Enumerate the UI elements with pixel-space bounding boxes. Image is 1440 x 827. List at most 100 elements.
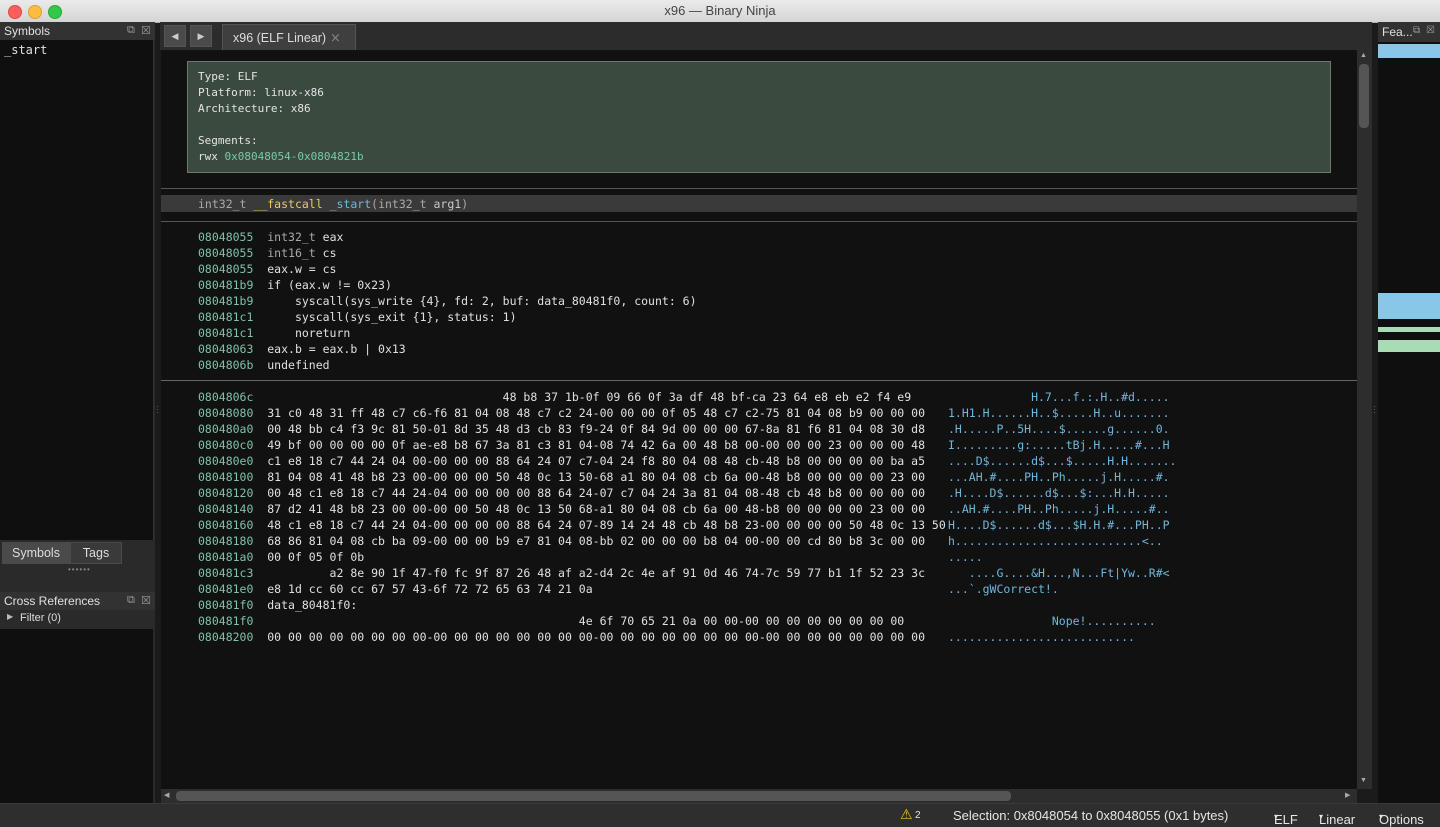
xrefs-filter[interactable]: ▶ Filter (0) xyxy=(0,610,155,628)
sidebar-tabs: Symbols Tags xyxy=(0,541,155,564)
code-line[interactable]: 080481c1 syscall(sys_exit {1}, status: 1… xyxy=(198,310,517,324)
tab-symbols[interactable]: Symbols xyxy=(2,542,70,564)
code-text: eax xyxy=(315,230,344,244)
info-architecture: Architecture: x86 xyxy=(198,102,311,115)
close-panel-icon[interactable]: ☒ xyxy=(1426,25,1435,36)
hex-ascii: ...AH.#....PH..Ph.....j.H.....#. xyxy=(948,470,1170,484)
hex-row[interactable]: 08048100 81 04 08 41 48 b8 23 00-00 00 0… xyxy=(198,470,925,484)
hex-address: 08048200 xyxy=(198,630,254,644)
code-type: int16_t xyxy=(267,246,316,260)
feature-map-panel[interactable]: Fea... ⧉ ☒ xyxy=(1378,22,1440,803)
divider xyxy=(161,188,1357,189)
code-line[interactable]: 080481c1 noreturn xyxy=(198,326,350,340)
hex-row[interactable]: 080481f0 4e 6f 70 65 21 0a 00 00-00 00 0… xyxy=(198,614,904,628)
hex-row[interactable]: 080481f0 data_80481f0: xyxy=(198,598,357,612)
hex-bytes: 00 48 c1 e8 18 c7 44 24-04 00 00 00 00 8… xyxy=(267,486,925,500)
info-platform: Platform: linux-x86 xyxy=(198,86,324,99)
vertical-scrollbar[interactable]: ▲ ▼ xyxy=(1357,50,1372,789)
hex-row[interactable]: 08048120 00 48 c1 e8 18 c7 44 24-04 00 0… xyxy=(198,486,925,500)
hex-ascii: ..AH.#....PH..Ph.....j.H.....#.. xyxy=(948,502,1170,516)
hex-row[interactable]: 080481c3 a2 8e 90 1f 47-f0 fc 9f 87 26 4… xyxy=(198,566,925,580)
hex-row[interactable]: 080481e0 e8 1d cc 60 cc 67 57 43-6f 72 7… xyxy=(198,582,593,596)
scroll-thumb[interactable] xyxy=(1359,64,1369,128)
hex-bytes: 87 d2 41 48 b8 23 00 00-00 00 50 48 0c 1… xyxy=(267,502,925,516)
feature-map-region xyxy=(1378,340,1440,352)
scroll-down-icon[interactable]: ▼ xyxy=(1360,777,1367,784)
feature-map-region xyxy=(1378,44,1440,58)
hex-ascii: I.........g:.....tBj.H.....#...H xyxy=(948,438,1170,452)
hex-row[interactable]: 080481a0 00 0f 05 0f 0b xyxy=(198,550,364,564)
hex-row[interactable]: 08048200 00 00 00 00 00 00 00 00-00 00 0… xyxy=(198,630,925,644)
hex-address: 08048080 xyxy=(198,406,254,420)
hex-row[interactable]: 08048140 87 d2 41 48 b8 23 00 00-00 00 5… xyxy=(198,502,925,516)
splitter-grip-icon[interactable]: •••••• xyxy=(68,565,91,574)
code-line[interactable]: 080481b9 if (eax.w != 0x23) xyxy=(198,278,392,292)
float-panel-icon[interactable]: ⧉ xyxy=(127,24,135,37)
close-tab-icon[interactable]: ⨯ xyxy=(330,30,341,46)
code-line[interactable]: 080481b9 syscall(sys_write {4}, fd: 2, b… xyxy=(198,294,697,308)
hex-address: 080480a0 xyxy=(198,422,254,436)
code-address: 08048063 xyxy=(198,342,254,356)
hex-ascii: ....G....&H...,N...Ft|Yw..R#< xyxy=(948,566,1170,580)
code-type: int32_t xyxy=(267,230,316,244)
filter-label: Filter (0) xyxy=(20,612,61,624)
hex-ascii: Nope!.......... xyxy=(948,614,1156,628)
info-type: Type: ELF xyxy=(198,70,258,83)
code-line[interactable]: 0804806b undefined xyxy=(198,358,330,372)
feature-map-title: Fea... xyxy=(1382,25,1413,39)
code-line[interactable]: 08048055 eax.w = cs xyxy=(198,262,337,276)
splitter-handle-icon[interactable]: · · · xyxy=(156,403,159,417)
code-line[interactable]: 08048055 int16_t cs xyxy=(198,246,337,260)
hex-ascii: .H.....P..5H....$......g......0. xyxy=(948,422,1170,436)
scroll-right-icon[interactable]: ▶ xyxy=(1345,791,1350,799)
feature-map-region xyxy=(1378,327,1440,332)
hex-row[interactable]: 0804806c 48 b8 37 1b-0f 09 66 0f 3a df 4… xyxy=(198,390,911,404)
xrefs-list[interactable] xyxy=(0,629,153,825)
hex-bytes: 00 0f 05 0f 0b xyxy=(267,550,365,564)
tab-x96-elf-linear[interactable]: x96 (ELF Linear) ⨯ xyxy=(222,24,356,51)
linear-view[interactable]: Type: ELF Platform: linux-x86 Architectu… xyxy=(161,50,1357,789)
hex-ascii: h...........................<.. xyxy=(948,534,1163,548)
code-address: 0804806b xyxy=(198,358,254,372)
hex-address: 08048120 xyxy=(198,486,254,500)
symbols-list[interactable]: _start xyxy=(0,40,154,540)
disclosure-triangle-icon[interactable]: ▶ xyxy=(7,612,13,621)
divider xyxy=(161,380,1357,381)
scroll-up-icon[interactable]: ▲ xyxy=(1360,52,1367,59)
hex-address: 080480e0 xyxy=(198,454,254,468)
symbol-item-start[interactable]: _start xyxy=(4,43,47,57)
splitter-handle-icon[interactable]: · · · xyxy=(1373,403,1376,417)
hex-ascii: ..... xyxy=(948,550,983,564)
info-segment: rwx 0x08048054-0x0804821b xyxy=(198,150,364,163)
close-panel-icon[interactable]: ☒ xyxy=(141,594,151,607)
back-button[interactable]: ◀ xyxy=(164,25,186,47)
forward-button[interactable]: ▶ xyxy=(190,25,212,47)
close-panel-icon[interactable]: ☒ xyxy=(141,24,151,37)
hex-row[interactable]: 08048080 31 c0 48 31 ff 48 c7 c6-f6 81 0… xyxy=(198,406,925,420)
status-bar: ⚠ 2 Selection: 0x8048054 to 0x8048055 (0… xyxy=(0,803,1440,827)
code-line[interactable]: 08048063 eax.b = eax.b | 0x13 xyxy=(198,342,406,356)
dropdown-arrow-icon: ▾ xyxy=(1379,812,1384,821)
title-bar: x96 — Binary Ninja xyxy=(0,0,1440,23)
hex-address: 08048180 xyxy=(198,534,254,548)
hex-row[interactable]: 080480a0 00 48 bb c4 f3 9c 81 50-01 8d 3… xyxy=(198,422,925,436)
tab-tags[interactable]: Tags xyxy=(70,542,122,564)
float-panel-icon[interactable]: ⧉ xyxy=(1413,25,1420,36)
scroll-thumb[interactable] xyxy=(176,791,1011,801)
hex-row[interactable]: 08048160 48 c1 e8 18 c7 44 24 04-00 00 0… xyxy=(198,518,946,532)
divider xyxy=(161,221,1357,222)
float-panel-icon[interactable]: ⧉ xyxy=(127,594,135,607)
code-line[interactable]: 08048055 int32_t eax xyxy=(198,230,343,244)
hex-row[interactable]: 08048180 68 86 81 04 08 cb ba 09-00 00 0… xyxy=(198,534,925,548)
hex-row[interactable]: 080480e0 c1 e8 18 c7 44 24 04 00-00 00 0… xyxy=(198,454,925,468)
warning-icon[interactable]: ⚠ xyxy=(900,806,913,823)
warning-count[interactable]: 2 xyxy=(915,810,921,821)
horizontal-scrollbar[interactable]: ◀ ▶ xyxy=(161,789,1357,803)
hex-address: 080481a0 xyxy=(198,550,254,564)
hex-ascii: ....D$......d$...$.....H.H....... xyxy=(948,454,1177,468)
hex-bytes: 68 86 81 04 08 cb ba 09-00 00 00 b9 e7 8… xyxy=(267,534,925,548)
hex-row[interactable]: 080480c0 49 bf 00 00 00 00 0f ae-e8 b8 6… xyxy=(198,438,925,452)
code-text: noreturn xyxy=(267,326,351,340)
function-header[interactable]: int32_t __fastcall _start(int32_t arg1) xyxy=(161,195,1357,212)
scroll-left-icon[interactable]: ◀ xyxy=(164,791,169,799)
